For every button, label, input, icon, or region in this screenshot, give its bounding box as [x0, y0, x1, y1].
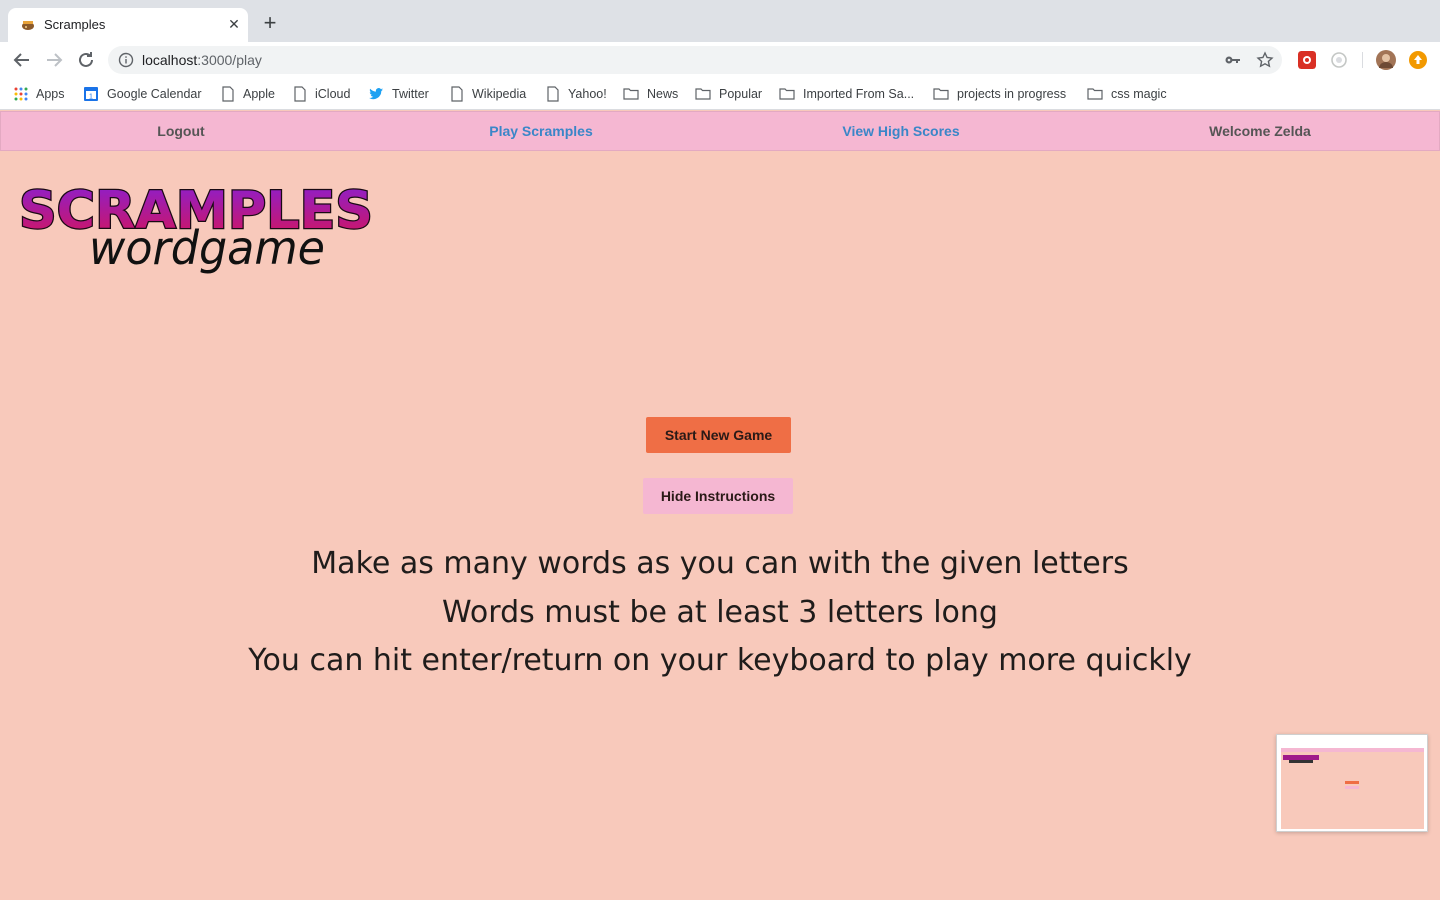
thumbnail-nav — [1281, 748, 1424, 752]
screenshot-thumbnail[interactable] — [1276, 734, 1428, 832]
instruction-line: Make as many words as you can with the g… — [311, 546, 1129, 581]
bookmark-label: Apps — [36, 87, 65, 101]
instruction-line: Words must be at least 3 letters long — [442, 594, 998, 630]
bookmark-popular[interactable]: Popular — [695, 84, 762, 104]
hide-instructions-button[interactable]: Hide Instructions — [643, 478, 793, 514]
apps-grid-icon — [14, 87, 28, 101]
instructions: Make as many words as you can with the g… — [0, 540, 1440, 686]
bookmark-google-calendar[interactable]: 1 Google Calendar — [83, 84, 202, 104]
tab-title: Scramples — [44, 17, 106, 32]
folder-icon — [933, 88, 949, 100]
folder-icon — [779, 88, 795, 100]
bookmark-label: Google Calendar — [107, 87, 202, 101]
site-info-icon[interactable] — [118, 52, 134, 68]
extension-red-icon[interactable] — [1298, 51, 1316, 69]
browser-tab-strip: Scramples ✕ + — [0, 0, 1440, 42]
bookmark-label: Yahoo! — [568, 87, 607, 101]
bookmark-label: Apple — [243, 87, 275, 101]
folder-icon — [623, 88, 639, 100]
folder-icon — [1087, 88, 1103, 100]
bookmark-label: Imported From Sa... — [803, 87, 915, 101]
new-tab-icon[interactable]: + — [258, 12, 282, 36]
page-icon — [222, 86, 234, 102]
url-host: localhost — [142, 52, 198, 68]
browser-tab[interactable]: Scramples ✕ — [8, 8, 248, 42]
bookmark-apps[interactable]: Apps — [14, 84, 65, 104]
view-high-scores-link[interactable]: View High Scores — [721, 112, 1081, 150]
bookmark-label: News — [647, 87, 679, 101]
bookmarks-bar: Apps 1 Google Calendar Apple iCloud Twit… — [0, 78, 1440, 110]
page-icon — [294, 86, 306, 102]
reload-icon[interactable] — [74, 48, 98, 72]
thumbnail-hide-button — [1345, 786, 1359, 789]
twitter-bird-icon — [369, 88, 383, 100]
forward-arrow-icon[interactable] — [42, 48, 66, 72]
bookmark-projects[interactable]: projects in progress — [933, 84, 1066, 104]
svg-text:1: 1 — [89, 94, 93, 101]
thumbnail-preview — [1281, 739, 1424, 829]
thumbnail-logo-sub — [1289, 760, 1313, 763]
address-bar[interactable]: localhost:3000/play — [108, 46, 1282, 74]
bookmark-wikipedia[interactable]: Wikipedia — [450, 84, 526, 104]
instruction-line: You can hit enter/return on your keyboar… — [248, 643, 1192, 678]
bookmark-imported[interactable]: Imported From Sa... — [779, 84, 914, 104]
url-path: :3000/play — [197, 52, 262, 68]
calendar-icon: 1 — [84, 87, 98, 101]
profile-avatar-icon[interactable] — [1376, 50, 1396, 70]
bookmark-label: Popular — [719, 87, 763, 101]
thumbnail-chrome — [1281, 739, 1424, 748]
scramples-logo: SCRAMPLES wordgame — [18, 180, 374, 275]
play-scramples-link[interactable]: Play Scramples — [361, 112, 721, 150]
bookmark-label: iCloud — [315, 87, 351, 101]
browser-toolbar: localhost:3000/play — [0, 42, 1440, 78]
page-icon — [547, 86, 559, 102]
start-new-game-button[interactable]: Start New Game — [646, 417, 791, 453]
extension-gray-icon[interactable] — [1330, 51, 1348, 69]
url-text: localhost:3000/play — [142, 52, 262, 68]
bookmark-twitter[interactable]: Twitter — [368, 84, 429, 104]
bookmark-label: Twitter — [392, 87, 429, 101]
page-icon — [451, 86, 463, 102]
bookmark-yahoo[interactable]: Yahoo! — [546, 84, 607, 104]
bookmark-css-magic[interactable]: css magic — [1087, 84, 1167, 104]
bookmark-label: projects in progress — [957, 87, 1067, 101]
bookmark-apple[interactable]: Apple — [221, 84, 275, 104]
app-navbar: Logout Play Scramples View High Scores W… — [0, 111, 1440, 151]
update-arrow-icon[interactable] — [1409, 51, 1427, 69]
logout-link[interactable]: Logout — [1, 112, 361, 150]
bookmark-star-icon[interactable] — [1256, 51, 1274, 69]
tab-close-icon[interactable]: ✕ — [226, 16, 242, 32]
bookmark-icloud[interactable]: iCloud — [293, 84, 350, 104]
thumbnail-start-button — [1345, 781, 1359, 784]
back-arrow-icon[interactable] — [10, 48, 34, 72]
welcome-user: Welcome Zelda — [1209, 123, 1311, 139]
bookmark-label: Wikipedia — [472, 87, 527, 101]
logo-subtitle: wordgame — [89, 221, 325, 275]
bookmark-news[interactable]: News — [623, 84, 678, 104]
bookmark-label: css magic — [1111, 87, 1167, 101]
scramples-favicon-icon — [22, 21, 34, 30]
toolbar-divider — [1362, 52, 1363, 68]
folder-icon — [695, 88, 711, 100]
key-icon[interactable] — [1224, 51, 1242, 69]
